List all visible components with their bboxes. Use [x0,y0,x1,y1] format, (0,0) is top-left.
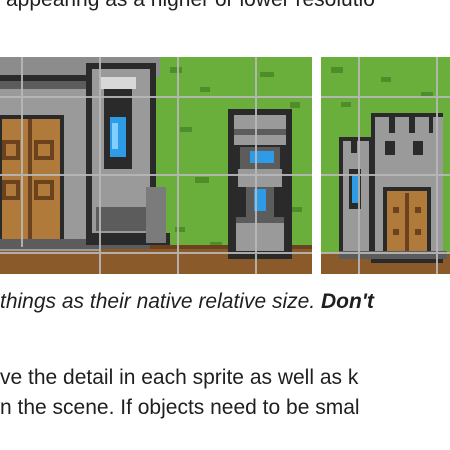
sprite-scene-right-svg [321,57,450,274]
caption-bold-text: Don't [321,290,374,313]
sprite-scene-image-right [321,57,450,274]
text-line-top: appearing as a higher or lower resolutio [6,0,375,12]
sprite-scene-image-left [0,57,312,274]
caption-italic-text: things as their native relative size. [0,290,321,313]
image-caption: things as their native relative size. Do… [0,290,374,314]
sprite-scene-left-svg [0,57,312,274]
body-text-line-1: ve the detail in each sprite as well as … [0,366,359,389]
body-text-line-2: n the scene. If objects need to be smal [0,396,360,419]
